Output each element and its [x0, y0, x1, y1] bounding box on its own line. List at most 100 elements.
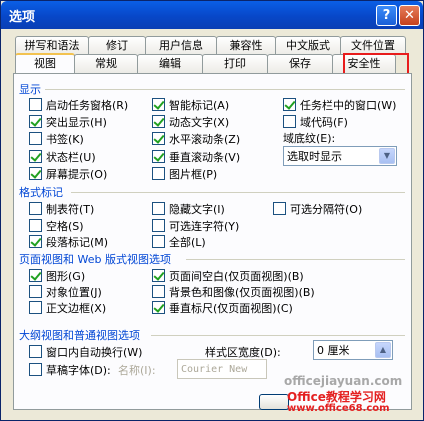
checkbox-smart-tags[interactable]: 智能标记(A) — [152, 97, 229, 112]
checkbox-box[interactable] — [29, 363, 42, 376]
checkbox-drawings[interactable]: 图形(G) — [29, 268, 85, 283]
checkbox-box[interactable] — [152, 115, 165, 128]
checkbox-label: 屏幕提示(O) — [46, 167, 108, 181]
spinner-icon[interactable]: ▲ — [375, 342, 391, 358]
checkbox-vertical-scrollbar[interactable]: 垂直滚动条(V) — [152, 149, 240, 164]
style-area-width-label: 样式区宽度(D): — [205, 346, 281, 359]
checkbox-background-colors[interactable]: 背景色和图像(仅页面视图)(B) — [152, 284, 315, 299]
checkbox-label: 图形(G) — [46, 269, 86, 283]
checkbox-label: 域代码(F) — [300, 115, 348, 129]
section-print-web-label: 页面视图和 Web 版式视图选项 — [19, 253, 171, 266]
title-bar[interactable]: 选项 ? ✕ — [1, 1, 423, 29]
checkbox-box[interactable] — [29, 301, 42, 314]
checkbox-box[interactable] — [283, 115, 296, 128]
tab-save[interactable]: 保存 — [267, 54, 333, 73]
checkbox-wrap-to-window[interactable]: 窗口内自动换行(W) — [29, 344, 142, 359]
checkbox-label: 制表符(T) — [46, 202, 95, 216]
checkbox-box[interactable] — [152, 301, 165, 314]
checkbox-text-boundaries[interactable]: 正文边框(X) — [29, 300, 106, 315]
chevron-down-icon[interactable]: ▼ — [379, 148, 395, 164]
checkbox-box[interactable] — [29, 235, 42, 248]
style-area-width-input[interactable]: 0 厘米 ▲ — [313, 340, 393, 360]
checkbox-paragraph-marks[interactable]: 段落标记(M) — [29, 234, 108, 249]
checkbox-box[interactable] — [29, 167, 42, 180]
checkbox-box[interactable] — [152, 150, 165, 163]
checkbox-vertical-ruler[interactable]: 垂直标尺(仅页面视图)(C) — [152, 300, 293, 315]
checkbox-all-marks[interactable]: 全部(L) — [152, 234, 206, 249]
checkbox-white-space-between-pages[interactable]: 页面间空白(仅页面视图)(B) — [152, 268, 304, 283]
section-display-label: 显示 — [19, 83, 41, 96]
tab-general[interactable]: 常规 — [74, 54, 138, 73]
checkbox-label: 窗口内自动换行(W) — [46, 345, 143, 359]
checkbox-spaces[interactable]: 空格(S) — [29, 218, 84, 233]
ok-button[interactable] — [259, 394, 289, 410]
checkbox-highlight[interactable]: 突出显示(H) — [29, 114, 107, 129]
checkbox-label: 草稿字体(D): — [46, 363, 111, 377]
checkbox-startup-task-pane[interactable]: 启动任务窗格(R) — [29, 97, 128, 112]
help-button[interactable]: ? — [376, 5, 397, 26]
tab-view[interactable]: 视图 — [15, 53, 75, 74]
checkbox-box[interactable] — [29, 115, 42, 128]
checkbox-box[interactable] — [152, 235, 165, 248]
close-button[interactable]: ✕ — [399, 5, 420, 26]
checkbox-label: 页面间空白(仅页面视图)(B) — [169, 269, 304, 283]
checkbox-label: 任务栏中的窗口(W) — [300, 98, 397, 112]
style-area-width-value: 0 厘米 — [317, 344, 350, 357]
checkbox-label: 智能标记(A) — [169, 98, 230, 112]
checkbox-picture-placeholders[interactable]: 图片框(P) — [152, 166, 217, 181]
checkbox-box[interactable] — [29, 219, 42, 232]
checkbox-box[interactable] — [283, 98, 296, 111]
checkbox-windows-in-taskbar[interactable]: 任务栏中的窗口(W) — [283, 97, 396, 112]
tab-edit[interactable]: 编辑 — [137, 54, 203, 73]
checkbox-object-anchors[interactable]: 对象位置(J) — [29, 284, 102, 299]
checkbox-hidden-text[interactable]: 隐藏文字(I) — [152, 201, 225, 216]
tab-asian-typography[interactable]: 中文版式 — [275, 36, 341, 55]
watermark-site: officejiayuan.com — [284, 374, 403, 388]
checkbox-box[interactable] — [152, 98, 165, 111]
window-title: 选项 — [9, 10, 36, 25]
checkbox-box[interactable] — [29, 132, 42, 145]
checkbox-box[interactable] — [29, 269, 42, 282]
checkbox-label: 对象位置(J) — [46, 285, 102, 299]
checkbox-box[interactable] — [29, 98, 42, 111]
options-dialog: 选项 ? ✕ 拼写和语法 修订 用户信息 兼容性 中文版式 文件位置 视图 常规… — [0, 0, 424, 421]
checkbox-box[interactable] — [152, 269, 165, 282]
draft-font-name-value: Courier New — [181, 363, 248, 375]
checkbox-label: 动态文字(X) — [169, 115, 230, 129]
checkbox-draft-font[interactable]: 草稿字体(D): — [29, 362, 111, 377]
section-format-marks-label: 格式标记 — [19, 186, 63, 199]
checkbox-optional-hyphens[interactable]: 可选连字符(Y) — [152, 218, 239, 233]
checkbox-label: 隐藏文字(I) — [169, 202, 225, 216]
watermark-url: www.office68.com — [287, 403, 390, 414]
section-outline-divider — [151, 335, 405, 336]
tab-user-info[interactable]: 用户信息 — [145, 36, 217, 55]
checkbox-field-codes[interactable]: 域代码(F) — [283, 114, 348, 129]
checkbox-box[interactable] — [273, 202, 286, 215]
checkbox-box[interactable] — [29, 150, 42, 163]
draft-font-name-select[interactable]: Courier New — [177, 359, 267, 379]
checkbox-box[interactable] — [152, 167, 165, 180]
checkbox-label: 全部(L) — [169, 235, 206, 249]
checkbox-box[interactable] — [152, 132, 165, 145]
checkbox-bookmarks[interactable]: 书签(K) — [29, 131, 84, 146]
checkbox-animated-text[interactable]: 动态文字(X) — [152, 114, 229, 129]
checkbox-box[interactable] — [152, 285, 165, 298]
checkbox-box[interactable] — [152, 202, 165, 215]
checkbox-box[interactable] — [152, 219, 165, 232]
checkbox-label: 启动任务窗格(R) — [46, 98, 129, 112]
tab-print[interactable]: 打印 — [202, 54, 268, 73]
checkbox-label: 空格(S) — [46, 219, 84, 233]
checkbox-status-bar[interactable]: 状态栏(U) — [29, 149, 96, 164]
tab-track-changes[interactable]: 修订 — [88, 36, 146, 55]
checkbox-screentips[interactable]: 屏幕提示(O) — [29, 166, 107, 181]
checkbox-box[interactable] — [29, 345, 42, 358]
checkbox-tab-characters[interactable]: 制表符(T) — [29, 201, 94, 216]
checkbox-box[interactable] — [29, 285, 42, 298]
checkbox-box[interactable] — [29, 202, 42, 215]
checkbox-horizontal-scrollbar[interactable]: 水平滚动条(Z) — [152, 131, 240, 146]
tab-compatibility[interactable]: 兼容性 — [216, 36, 276, 55]
field-shading-value: 选取时显示 — [287, 150, 342, 163]
field-shading-select[interactable]: 选取时显示 ▼ — [283, 146, 397, 166]
section-format-marks-divider — [71, 192, 405, 193]
checkbox-optional-breaks[interactable]: 可选分隔符(O) — [273, 201, 362, 216]
